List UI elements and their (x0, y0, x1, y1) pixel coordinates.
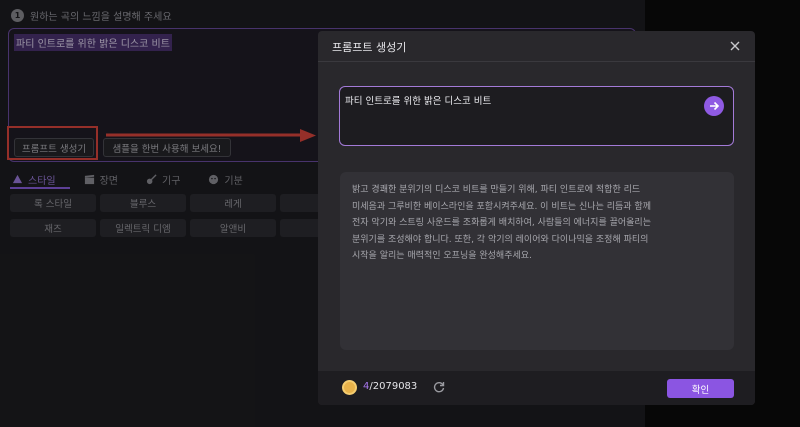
refresh-icon[interactable] (432, 380, 446, 394)
prompt-input[interactable]: 파티 인트로를 위한 밝은 디스코 비트 (339, 86, 734, 146)
arrow-right-icon (710, 101, 720, 111)
dialog-header: 프롬프트 생성기 (318, 31, 755, 61)
coin-icon (342, 380, 357, 395)
generate-button[interactable] (704, 96, 724, 116)
close-icon[interactable] (728, 39, 742, 53)
credit-counter: 4/2079083 (363, 381, 417, 392)
prompt-input-value: 파티 인트로를 위한 밝은 디스코 비트 (345, 96, 492, 107)
header-divider (318, 61, 755, 62)
prompt-generator-dialog: 프롬프트 생성기 파티 인트로를 위한 밝은 디스코 비트 밝고 경쾌한 분위기… (318, 31, 755, 405)
credits-total: /2079083 (369, 381, 418, 392)
dialog-footer: 4/2079083 확인 (318, 371, 755, 405)
confirm-button[interactable]: 확인 (667, 379, 734, 398)
generated-prompt-output: 밝고 경쾌한 분위기의 디스코 비트를 만들기 위해, 파티 인트로에 적합한 … (340, 172, 734, 350)
dialog-title: 프롬프트 생성기 (332, 41, 407, 54)
generated-prompt-text: 밝고 경쾌한 분위기의 디스코 비트를 만들기 위해, 파티 인트로에 적합한 … (352, 185, 651, 261)
